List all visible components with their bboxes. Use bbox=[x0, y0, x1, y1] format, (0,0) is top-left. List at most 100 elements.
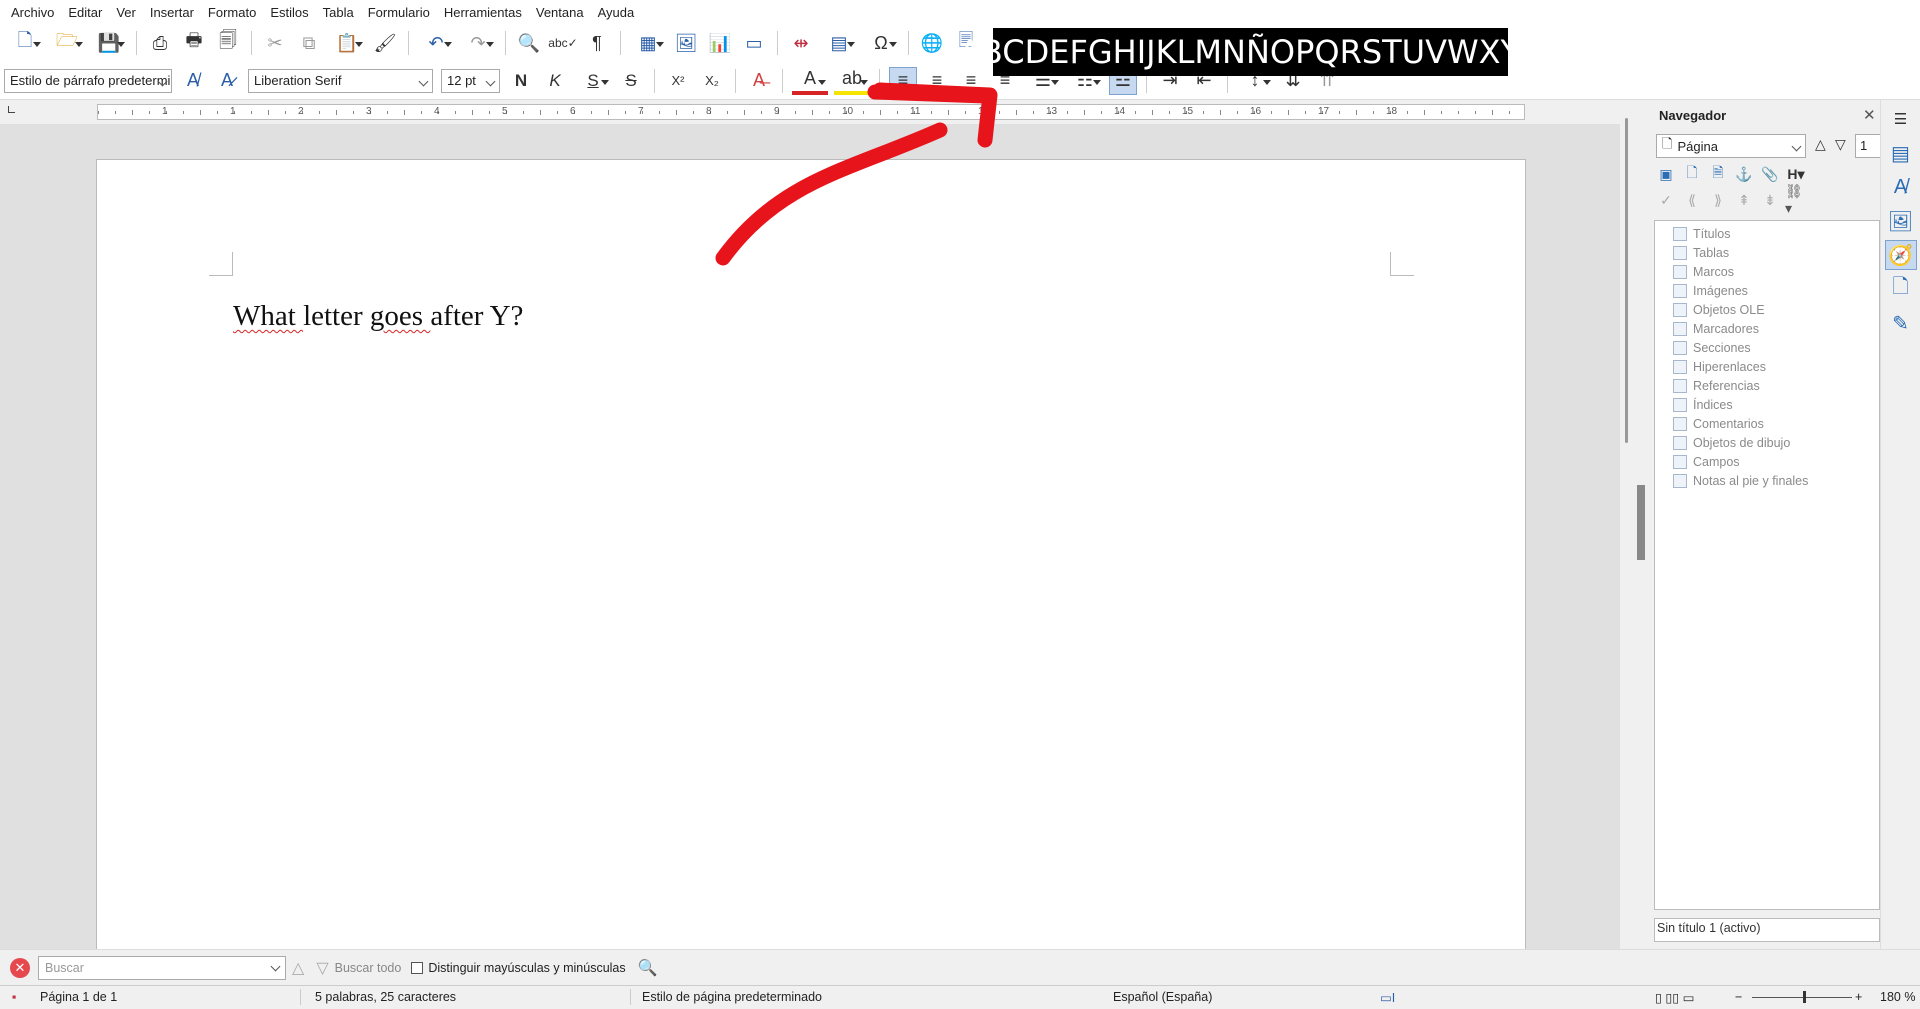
vertical-scrollbar[interactable] bbox=[1620, 110, 1635, 950]
document-text[interactable]: What letter goes after Y? bbox=[233, 300, 523, 333]
word-count[interactable]: 5 palabras, 25 caracteres bbox=[315, 990, 456, 1004]
find-replace-icon[interactable]: 🔍 bbox=[515, 29, 543, 57]
horizontal-ruler[interactable]: 1 1 2 3 4 5 6 7 8 9 10 11 12 13 14 15 16 17 18 bbox=[97, 104, 1525, 120]
page-style[interactable]: Estilo de página predeterminado bbox=[642, 990, 822, 1004]
formatting-marks-icon[interactable]: ¶ bbox=[583, 29, 611, 57]
toggle-icon[interactable]: ▣ bbox=[1655, 164, 1677, 184]
insert-table-icon[interactable]: ▦ bbox=[630, 29, 666, 57]
document-word[interactable]: What bbox=[233, 300, 303, 332]
new-document-icon[interactable]: 🗋 bbox=[7, 29, 43, 57]
sidebar-collapse-handle[interactable] bbox=[1637, 485, 1645, 560]
match-case-checkbox[interactable]: Distinguir mayúsculas y minúsculas bbox=[411, 961, 626, 975]
tab-type-icon[interactable] bbox=[8, 106, 15, 113]
insert-field-icon[interactable]: ▤ bbox=[821, 29, 857, 57]
save-icon[interactable]: 💾 bbox=[91, 29, 127, 57]
find-next-icon[interactable]: ▽ bbox=[316, 958, 328, 978]
page-break-icon[interactable]: ⇹ bbox=[787, 29, 815, 57]
open-folder-icon[interactable]: 🗁 bbox=[49, 29, 85, 57]
paragraph-style-select[interactable]: Estilo de párrafo predeterminado bbox=[4, 68, 172, 93]
menu-insertar[interactable]: Insertar bbox=[143, 5, 201, 20]
zoom-slider[interactable] bbox=[1752, 997, 1852, 998]
close-icon[interactable]: ✕ bbox=[1863, 106, 1876, 124]
promote-chapter-icon[interactable]: ⟪ bbox=[1681, 190, 1703, 210]
navigator-item[interactable]: Notas al pie y finales bbox=[1655, 471, 1879, 490]
print-preview-icon[interactable]: 🗐 bbox=[214, 29, 242, 57]
menu-ventana[interactable]: Ventana bbox=[529, 5, 591, 20]
italic-button[interactable]: K bbox=[541, 67, 569, 95]
highlight-color-icon[interactable]: ab bbox=[834, 67, 870, 95]
export-pdf-icon[interactable]: ⎙ bbox=[146, 29, 174, 57]
print-icon[interactable]: 🖶 bbox=[180, 29, 208, 57]
navigator-item[interactable]: Comentarios bbox=[1655, 414, 1879, 433]
view-layout-icon[interactable]: ▯ ▯▯ ▭ bbox=[1655, 990, 1694, 1005]
selection-mode-icon[interactable]: ▭I bbox=[1380, 990, 1395, 1005]
content-view-icon[interactable]: ✓ bbox=[1655, 190, 1677, 210]
navigator-item[interactable]: Tablas bbox=[1655, 243, 1879, 262]
navigator-item[interactable]: Objetos OLE bbox=[1655, 300, 1879, 319]
navigator-item[interactable]: Títulos bbox=[1655, 224, 1879, 243]
page-count[interactable]: Página 1 de 1 bbox=[40, 990, 117, 1004]
navigator-item[interactable]: Objetos de dibujo bbox=[1655, 433, 1879, 452]
copy-icon[interactable]: ⧉ bbox=[295, 29, 323, 57]
navigator-content-list[interactable]: Títulos Tablas Marcos Imágenes Objetos OLE Ma… bbox=[1654, 220, 1880, 910]
spelling-icon[interactable]: abc✓ bbox=[548, 29, 577, 57]
next-page-icon[interactable]: ▽ bbox=[1835, 136, 1846, 153]
document-word[interactable]: goes bbox=[370, 300, 430, 332]
search-input[interactable]: Buscar bbox=[38, 955, 286, 980]
navigator-item[interactable]: Marcos bbox=[1655, 262, 1879, 281]
page-icon[interactable]: 🗋 bbox=[1885, 274, 1917, 304]
navigate-by-select[interactable]: 🗋 Página bbox=[1656, 134, 1806, 158]
insert-textbox-icon[interactable]: ▭ bbox=[740, 29, 768, 57]
move-down-icon[interactable]: ⇟ bbox=[1759, 190, 1781, 210]
update-style-icon[interactable]: A̸ bbox=[179, 67, 207, 95]
navigator-item[interactable]: Secciones bbox=[1655, 338, 1879, 357]
navigator-item[interactable]: Marcadores bbox=[1655, 319, 1879, 338]
special-character-icon[interactable]: Ω bbox=[863, 29, 899, 57]
underline-button[interactable]: S bbox=[575, 67, 611, 95]
properties-icon[interactable]: ▤ bbox=[1885, 138, 1917, 168]
cut-icon[interactable]: ✂ bbox=[261, 29, 289, 57]
clone-formatting-icon[interactable]: 🖌 bbox=[371, 29, 399, 57]
navigator-item[interactable]: Campos bbox=[1655, 452, 1879, 471]
menu-tabla[interactable]: Tabla bbox=[316, 5, 361, 20]
zoom-out-icon[interactable]: − bbox=[1735, 990, 1742, 1004]
document-page[interactable]: What letter goes after Y? bbox=[96, 159, 1526, 949]
align-center-icon[interactable]: ≡ bbox=[923, 67, 951, 95]
clear-formatting-icon[interactable]: A̶ bbox=[745, 67, 773, 95]
page-number-field[interactable]: 1 bbox=[1855, 134, 1881, 158]
checkbox-box[interactable] bbox=[411, 961, 424, 974]
styles-icon[interactable]: A̸ bbox=[1885, 172, 1917, 202]
bold-button[interactable]: N bbox=[507, 67, 535, 95]
scrollbar-thumb[interactable] bbox=[1625, 118, 1628, 443]
document-word[interactable]: after bbox=[430, 300, 489, 332]
menu-ver[interactable]: Ver bbox=[109, 5, 143, 20]
navigator-item[interactable]: Referencias bbox=[1655, 376, 1879, 395]
zoom-slider-thumb[interactable] bbox=[1803, 991, 1806, 1003]
drag-mode-icon[interactable]: ⛓▾ bbox=[1785, 183, 1807, 216]
footer-icon[interactable]: 🗎 bbox=[1707, 164, 1729, 184]
anchor-icon[interactable]: ⚓ bbox=[1733, 164, 1755, 184]
insert-image-icon[interactable]: 🖼 bbox=[672, 29, 700, 57]
find-replace-icon[interactable]: 🔍 bbox=[638, 958, 658, 978]
find-all-button[interactable]: Buscar todo bbox=[335, 961, 402, 975]
close-find-icon[interactable]: ✕ bbox=[10, 957, 30, 978]
paste-icon[interactable]: 📋 bbox=[329, 29, 365, 57]
move-up-icon[interactable]: ⇞ bbox=[1733, 190, 1755, 210]
font-color-icon[interactable]: A bbox=[792, 67, 828, 95]
zoom-in-icon[interactable]: + bbox=[1855, 990, 1862, 1004]
heading-levels-icon[interactable]: H▾ bbox=[1785, 164, 1807, 184]
navigator-icon[interactable]: 🧭 bbox=[1884, 240, 1917, 270]
menu-herramientas[interactable]: Herramientas bbox=[437, 5, 529, 20]
document-word[interactable]: Y? bbox=[490, 300, 524, 332]
insert-chart-icon[interactable]: 📊 bbox=[706, 29, 734, 57]
sidebar-menu-icon[interactable]: ☰ bbox=[1885, 104, 1917, 134]
subscript-button[interactable]: X₂ bbox=[698, 67, 726, 95]
font-name-select[interactable]: Liberation Serif bbox=[248, 68, 433, 93]
menu-ayuda[interactable]: Ayuda bbox=[591, 5, 642, 20]
strikethrough-button[interactable]: S bbox=[617, 67, 645, 95]
header-icon[interactable]: 🗋 bbox=[1681, 164, 1703, 184]
navigator-item[interactable]: Imágenes bbox=[1655, 281, 1879, 300]
navigator-item[interactable]: Índices bbox=[1655, 395, 1879, 414]
align-left-icon[interactable]: ≡ bbox=[889, 66, 917, 95]
hyperlink-icon[interactable]: 🌐 bbox=[918, 29, 946, 57]
